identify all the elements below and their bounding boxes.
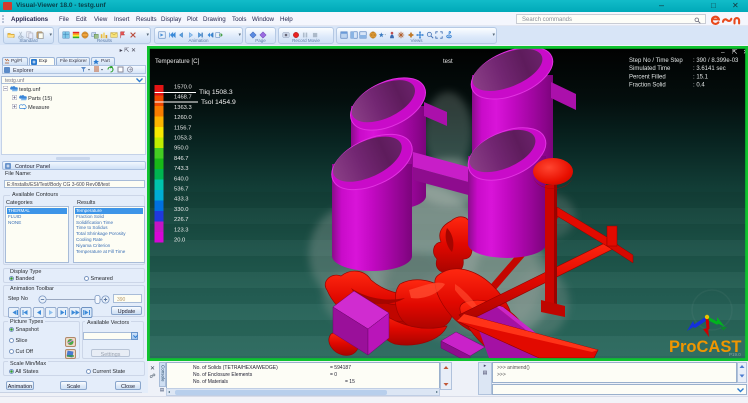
svg-text:: 15.1: : 15.1 [693, 74, 709, 80]
svg-text:⇱: ⇱ [732, 48, 738, 56]
svg-text:1363.3: 1363.3 [174, 105, 192, 111]
svg-text:640.0: 640.0 [174, 176, 189, 182]
svg-text:950.0: 950.0 [174, 146, 189, 152]
svg-text:: 3.6141 sec: : 3.6141 sec [693, 66, 726, 72]
svg-text:226.7: 226.7 [174, 217, 189, 223]
svg-text:Temperature [C]: Temperature [C] [155, 58, 200, 65]
svg-text:123.3: 123.3 [174, 227, 189, 233]
svg-text:743.3: 743.3 [174, 166, 189, 172]
svg-text:Tliq 1508.3: Tliq 1508.3 [199, 89, 233, 96]
svg-text:1156.7: 1156.7 [174, 125, 191, 131]
svg-text:536.7: 536.7 [174, 187, 189, 193]
svg-text:846.7: 846.7 [174, 156, 189, 162]
svg-text:P19.0: P19.0 [729, 352, 741, 357]
svg-text:: 390 / 8.399e-03: : 390 / 8.399e-03 [693, 58, 739, 64]
svg-text:–: – [721, 49, 725, 56]
svg-text:1053.3: 1053.3 [174, 136, 192, 142]
svg-text:Fraction Solid: Fraction Solid [629, 83, 666, 89]
svg-text:: 0.4: : 0.4 [693, 83, 705, 89]
svg-text:20.0: 20.0 [174, 238, 185, 244]
svg-text:1468.7: 1468.7 [174, 95, 192, 101]
svg-text:Step No / Time Step: Step No / Time Step [629, 58, 683, 64]
svg-text:Simulated Time: Simulated Time [629, 66, 671, 72]
svg-text:Tsol 1454.9: Tsol 1454.9 [201, 99, 236, 106]
svg-text:1260.0: 1260.0 [174, 115, 192, 121]
svg-text:433.3: 433.3 [174, 197, 189, 203]
svg-text:330.0: 330.0 [174, 207, 189, 213]
svg-text:1570.0: 1570.0 [174, 85, 192, 91]
svg-text:test: test [443, 59, 453, 65]
svg-text:Percent Filled: Percent Filled [629, 74, 666, 80]
